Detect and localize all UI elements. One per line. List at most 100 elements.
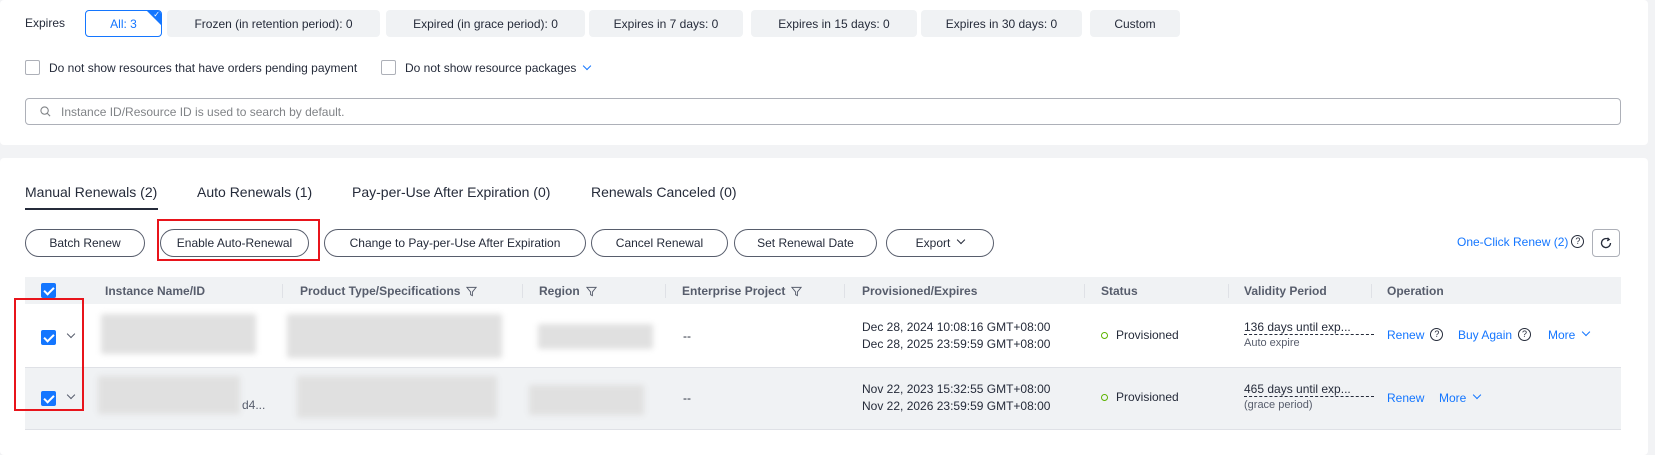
instance-name-redacted: [98, 376, 240, 414]
col-provisioned: Provisioned/Expires: [862, 284, 978, 298]
chip-frozen[interactable]: Frozen (in retention period): 0: [167, 10, 380, 37]
instance-name-redacted: [101, 314, 256, 354]
provisioned-time: Dec 28, 2024 10:08:16 GMT+08:00: [862, 320, 1051, 334]
refresh-icon: [1600, 237, 1612, 249]
search-input[interactable]: [61, 99, 1561, 124]
col-status: Status: [1101, 284, 1138, 298]
table-header: Instance Name/ID Product Type/Specificat…: [25, 277, 1621, 304]
export-button[interactable]: Export: [886, 229, 994, 257]
chip-expired-label: Expired (in grace period): 0: [413, 16, 558, 31]
one-click-renew-link[interactable]: One-Click Renew (2): [1457, 235, 1568, 249]
validity-text: 136 days until exp...: [1244, 320, 1374, 335]
col-product: Product Type/Specifications: [300, 284, 478, 298]
enterprise-project: --: [683, 391, 691, 405]
validity-period: 465 days until exp...: [1244, 382, 1374, 400]
help-icon[interactable]: ?: [1518, 327, 1532, 341]
chip-15-days-label: Expires in 15 days: 0: [778, 16, 890, 31]
table-row: -- Dec 28, 2024 10:08:16 GMT+08:00 Dec 2…: [25, 304, 1621, 368]
expires-time: Dec 28, 2025 23:59:59 GMT+08:00: [862, 337, 1051, 351]
provisioned-time: Nov 22, 2023 15:32:55 GMT+08:00: [862, 382, 1051, 396]
chevron-down-icon: [1473, 390, 1482, 400]
region-redacted: [538, 324, 653, 349]
expires-label: Expires: [25, 16, 66, 30]
op-renew[interactable]: Renew: [1387, 391, 1424, 405]
op-buy-again-label[interactable]: Buy Again: [1458, 328, 1512, 342]
op-renew-label[interactable]: Renew: [1387, 391, 1424, 405]
chip-custom[interactable]: Custom: [1090, 10, 1180, 37]
filter-icon[interactable]: [466, 286, 478, 297]
validity-text: 465 days until exp...: [1244, 382, 1374, 397]
row-checkbox[interactable]: [41, 391, 56, 406]
select-all-checkbox[interactable]: [41, 283, 56, 298]
chevron-down-icon: [957, 235, 966, 245]
cancel-renewal-button[interactable]: Cancel Renewal: [591, 229, 728, 257]
col-product-label: Product Type/Specifications: [300, 284, 461, 298]
chip-expired[interactable]: Expired (in grace period): 0: [386, 10, 585, 37]
op-more-label[interactable]: More: [1439, 391, 1466, 405]
export-label: Export: [915, 236, 951, 250]
pending-payment-label: Do not show resources that have orders p…: [49, 61, 358, 75]
tab-renewals-canceled[interactable]: Renewals Canceled (0): [591, 184, 737, 200]
status-dot-icon: [1101, 332, 1108, 339]
chip-all[interactable]: All: 3 ✓: [85, 10, 162, 37]
status-text: Provisioned: [1116, 328, 1179, 342]
one-click-renew[interactable]: One-Click Renew (2)?: [1457, 235, 1585, 249]
help-icon[interactable]: ?: [1571, 235, 1585, 249]
refresh-button[interactable]: [1592, 229, 1620, 257]
op-more-label[interactable]: More: [1548, 328, 1575, 342]
filter-panel: Expires All: 3 ✓ Frozen (in retention pe…: [0, 0, 1648, 145]
expand-chevron-icon[interactable]: [66, 390, 76, 400]
status-dot-icon: [1101, 394, 1108, 401]
expires-time: Nov 22, 2026 23:59:59 GMT+08:00: [862, 399, 1051, 413]
col-divider: [844, 284, 845, 298]
col-instance: Instance Name/ID: [105, 284, 206, 298]
expand-chevron-icon[interactable]: [66, 329, 76, 339]
op-more[interactable]: More: [1548, 327, 1591, 342]
tab-pay-per-use[interactable]: Pay-per-Use After Expiration (0): [352, 184, 550, 200]
active-tab-underline: [25, 208, 158, 210]
pending-payment-checkbox[interactable]: [25, 60, 40, 75]
batch-renew-button[interactable]: Batch Renew: [25, 229, 145, 257]
product-spec-redacted: [297, 376, 497, 418]
col-divider: [1371, 284, 1372, 298]
chip-frozen-label: Frozen (in retention period): 0: [194, 16, 353, 31]
renewals-panel: Manual Renewals (2) Auto Renewals (1) Pa…: [0, 158, 1648, 455]
validity-period: 136 days until exp...: [1244, 320, 1374, 338]
tab-auto-renewals[interactable]: Auto Renewals (1): [197, 184, 312, 200]
row-checkbox[interactable]: [41, 330, 56, 345]
op-more[interactable]: More: [1439, 390, 1482, 405]
chip-custom-label: Custom: [1114, 16, 1156, 31]
check-icon: ✓: [153, 10, 160, 19]
col-divider: [282, 284, 283, 298]
col-enterprise: Enterprise Project: [682, 284, 803, 298]
resource-packages-checkbox[interactable]: [381, 60, 396, 75]
filter-icon[interactable]: [585, 286, 597, 297]
filter-icon[interactable]: [791, 286, 803, 297]
chevron-down-icon: [1582, 327, 1591, 337]
col-operation: Operation: [1387, 284, 1444, 298]
chip-30-days[interactable]: Expires in 30 days: 0: [921, 10, 1082, 37]
search-box[interactable]: [25, 98, 1621, 125]
chevron-down-icon[interactable]: [583, 61, 592, 71]
set-renewal-date-button[interactable]: Set Renewal Date: [734, 229, 877, 257]
chip-7-days[interactable]: Expires in 7 days: 0: [589, 10, 743, 37]
resource-packages-text: Do not show resource packages: [405, 61, 577, 75]
search-icon: [40, 106, 51, 117]
enable-auto-renewal-button[interactable]: Enable Auto-Renewal: [160, 229, 309, 257]
instance-id-suffix: d4...: [242, 398, 266, 412]
col-divider: [1084, 284, 1085, 298]
chip-7-days-label: Expires in 7 days: 0: [613, 16, 719, 31]
table-row: d4... -- Nov 22, 2023 15:32:55 GMT+08:00…: [25, 368, 1621, 430]
op-renew-label[interactable]: Renew: [1387, 328, 1424, 342]
status-text: Provisioned: [1116, 390, 1179, 404]
chip-15-days[interactable]: Expires in 15 days: 0: [751, 10, 917, 37]
col-validity: Validity Period: [1244, 284, 1327, 298]
col-divider: [522, 284, 523, 298]
help-icon[interactable]: ?: [1430, 327, 1444, 341]
enterprise-project: --: [683, 329, 691, 343]
change-to-ppu-button[interactable]: Change to Pay-per-Use After Expiration: [324, 229, 586, 257]
tab-manual-renewals[interactable]: Manual Renewals (2): [25, 184, 157, 200]
chip-all-label: All: 3: [110, 16, 137, 31]
op-buy-again[interactable]: Buy Again?: [1458, 327, 1532, 342]
op-renew[interactable]: Renew?: [1387, 327, 1444, 342]
